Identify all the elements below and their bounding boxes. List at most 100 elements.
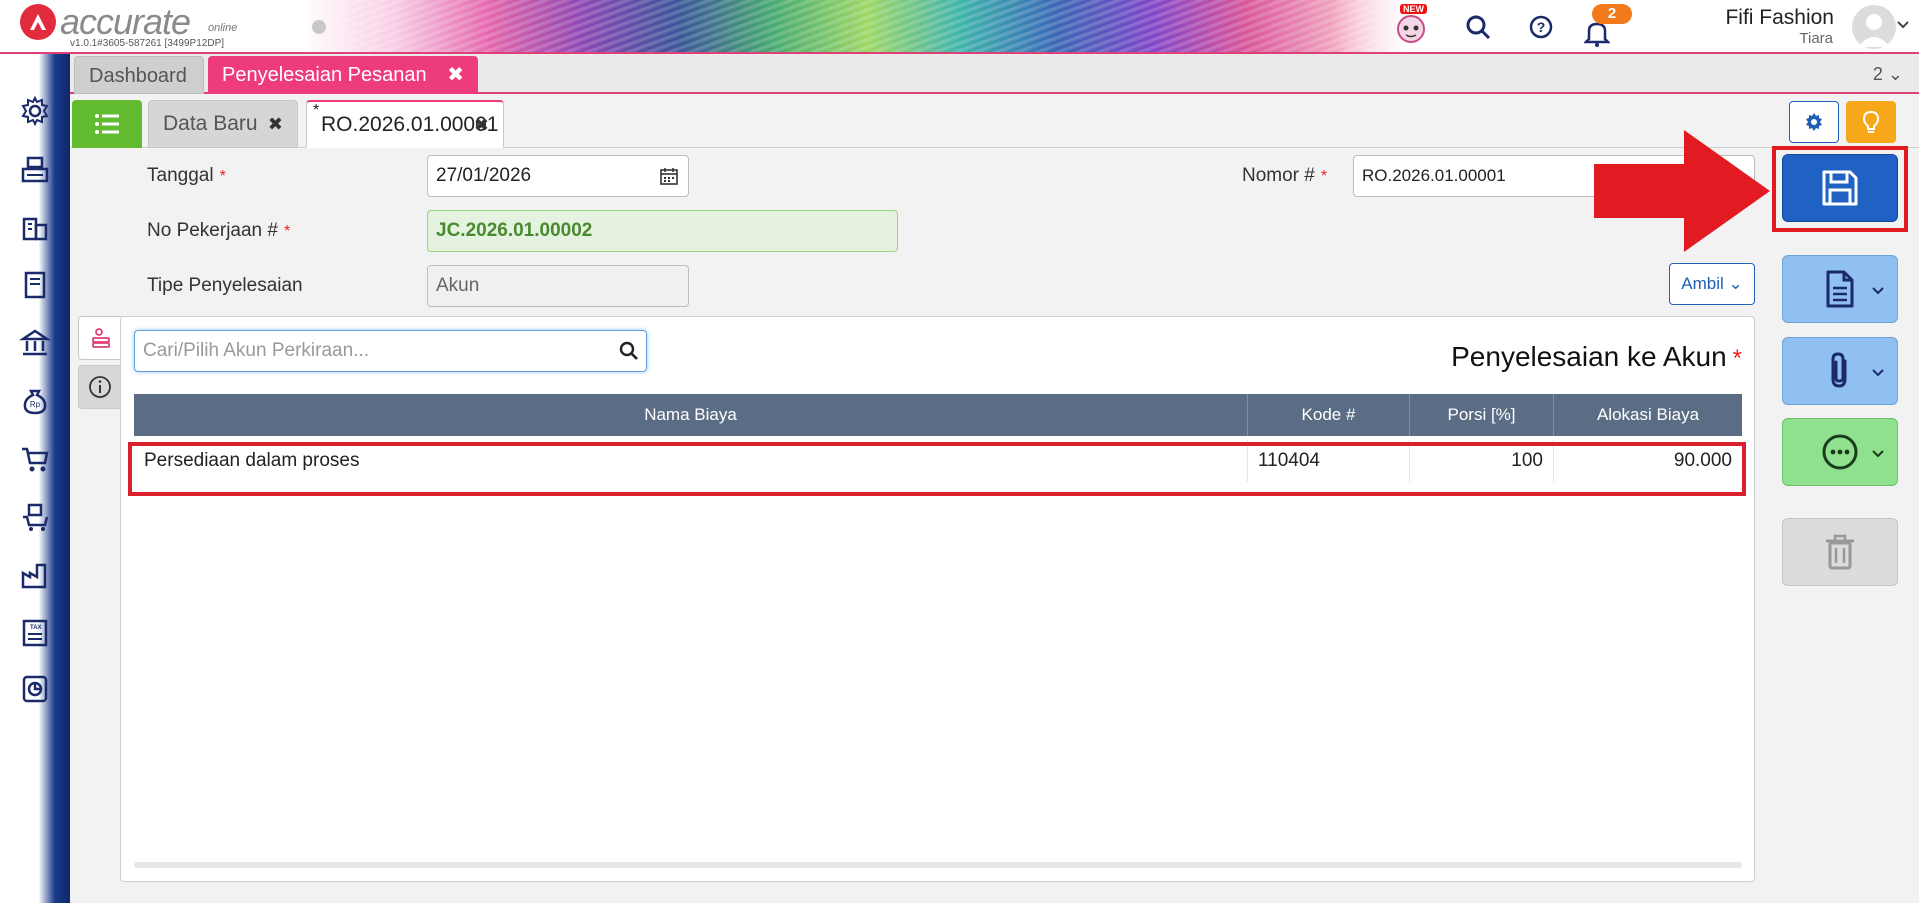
app-logo[interactable]: accurate <box>20 1 191 42</box>
building-icon[interactable] <box>16 208 54 246</box>
info-icon <box>89 376 111 398</box>
document-icon <box>1826 270 1854 308</box>
more-actions-button[interactable] <box>1782 418 1898 486</box>
tab-document-label: RO.2026.01.00001 <box>321 113 499 136</box>
ambil-button[interactable]: Ambil ⌄ <box>1669 263 1755 305</box>
tanggal-field[interactable]: 27/01/2026 <box>427 155 689 197</box>
tipe-value: Akun <box>436 275 480 296</box>
report-chart-icon[interactable] <box>16 670 54 708</box>
pekerjaan-value: JC.2026.01.00002 <box>436 220 593 241</box>
notification-count: 2 <box>1592 4 1632 24</box>
nomor-label: Nomor # * <box>1242 165 1327 187</box>
chevron-down-icon <box>1872 287 1884 295</box>
accurate-logo-icon <box>20 4 56 40</box>
bank-icon[interactable] <box>16 324 54 362</box>
tax-icon[interactable]: TAX <box>16 614 54 652</box>
tanggal-value: 27/01/2026 <box>436 165 532 186</box>
search-icon[interactable] <box>1461 10 1495 44</box>
money-bag-icon[interactable]: Rp <box>16 382 54 420</box>
pekerjaan-label-text: No Pekerjaan # <box>147 220 278 241</box>
close-icon[interactable]: ✖ <box>474 102 489 148</box>
table-header: Nama Biaya Kode # Porsi [%] Alokasi Biay… <box>134 394 1742 436</box>
tab-count[interactable]: 2 ⌄ <box>1873 64 1903 85</box>
tanggal-label: Tanggal * <box>147 165 226 187</box>
chevron-down-icon <box>1872 450 1884 458</box>
tab-dashboard[interactable]: Dashboard <box>74 56 204 94</box>
col-alokasi-biaya[interactable]: Alokasi Biaya <box>1554 394 1742 436</box>
chevron-down-icon <box>1872 369 1884 377</box>
tab-data-baru[interactable]: Data Baru ✖ <box>148 100 298 148</box>
tipe-label-text: Tipe Penyelesaian <box>147 275 303 296</box>
main-tab-bar: Dashboard Penyelesaian Pesanan ✖ 2 ⌄ <box>70 54 1919 94</box>
tab-dashboard-label: Dashboard <box>89 65 187 87</box>
close-icon[interactable]: ✖ <box>268 101 283 147</box>
paperclip-icon <box>1831 352 1847 388</box>
tips-button[interactable] <box>1846 101 1896 143</box>
ambil-label: Ambil <box>1681 274 1724 293</box>
shopping-cart-icon[interactable] <box>16 440 54 478</box>
pekerjaan-label: No Pekerjaan # * <box>147 220 290 242</box>
nomor-value: RO.2026.01.00001 <box>1362 166 1506 185</box>
pekerjaan-field[interactable]: JC.2026.01.00002 <box>427 210 898 252</box>
user-company[interactable]: Fifi Fashion <box>1725 6 1834 30</box>
chevron-down-icon[interactable] <box>1896 17 1910 36</box>
new-badge: NEW <box>1400 4 1427 14</box>
close-icon[interactable]: ✖ <box>447 56 464 94</box>
nomor-label-text: Nomor # <box>1242 165 1315 186</box>
required-mark: * <box>219 168 226 185</box>
tipe-label: Tipe Penyelesaian <box>147 275 303 297</box>
account-stack-icon <box>91 328 110 348</box>
more-dots-icon <box>1822 434 1858 470</box>
col-nama-biaya[interactable]: Nama Biaya <box>134 394 1248 436</box>
svg-text:?: ? <box>1537 19 1546 35</box>
tipe-field: Akun <box>427 265 689 307</box>
attachment-button[interactable] <box>1782 337 1898 405</box>
tab-penyelesaian-pesanan[interactable]: Penyelesaian Pesanan ✖ <box>208 56 478 94</box>
document-button[interactable] <box>1782 255 1898 323</box>
new-feature-icon[interactable] <box>1394 10 1428 44</box>
save-highlight-annotation <box>1772 146 1908 232</box>
list-view-button[interactable] <box>72 100 142 148</box>
delete-button[interactable] <box>1782 518 1898 586</box>
required-mark: * <box>1732 345 1742 372</box>
list-icon <box>95 114 119 134</box>
red-arrow-annotation <box>1594 130 1776 257</box>
tab-count-value: 2 <box>1872 64 1883 84</box>
tab-document[interactable]: * RO.2026.01.00001 ✖ <box>306 100 504 148</box>
trash-icon <box>1826 534 1854 570</box>
row-highlight-annotation <box>128 442 1746 496</box>
factory-icon[interactable] <box>16 556 54 594</box>
modified-marker: * <box>313 102 320 119</box>
inventory-cart-icon[interactable] <box>16 498 54 536</box>
search-icon[interactable] <box>618 340 640 362</box>
search-placeholder: Cari/Pilih Akun Perkiraan... <box>143 340 369 361</box>
gear-icon <box>1806 113 1822 131</box>
cash-register-icon[interactable] <box>16 150 54 188</box>
tab-data-baru-label: Data Baru <box>163 112 258 135</box>
tanggal-label-text: Tanggal <box>147 165 214 186</box>
search-input[interactable]: Cari/Pilih Akun Perkiraan... <box>134 330 647 372</box>
panel-title-text: Penyelesaian ke Akun <box>1451 341 1727 372</box>
avatar[interactable] <box>1852 5 1896 49</box>
version-label: v1.0.1#3605-587261 [3499P12DP] <box>70 38 225 49</box>
user-name: Tiara <box>1799 30 1833 47</box>
settings-button[interactable] <box>1789 101 1839 143</box>
logo-text: accurate <box>60 1 191 42</box>
col-kode[interactable]: Kode # <box>1248 394 1410 436</box>
col-porsi[interactable]: Porsi [%] <box>1410 394 1554 436</box>
required-mark: * <box>283 223 291 240</box>
horizontal-scrollbar[interactable] <box>134 862 1742 868</box>
lightbulb-icon <box>1862 110 1880 133</box>
app-header: accurate online v1.0.1#3605-587261 [3499… <box>0 0 1919 54</box>
calendar-icon[interactable] <box>660 167 678 185</box>
logo-sub: online <box>208 22 238 34</box>
svg-text:TAX: TAX <box>30 625 42 631</box>
tab-info[interactable] <box>78 365 122 409</box>
tab-detail-akun[interactable] <box>78 316 122 360</box>
ledger-book-icon[interactable] <box>16 266 54 304</box>
tab-active-label: Penyelesaian Pesanan <box>222 64 427 86</box>
svg-text:Rp: Rp <box>30 400 41 409</box>
status-dot <box>312 20 326 34</box>
help-icon[interactable]: ? <box>1524 10 1558 44</box>
gear-icon[interactable] <box>16 92 54 130</box>
